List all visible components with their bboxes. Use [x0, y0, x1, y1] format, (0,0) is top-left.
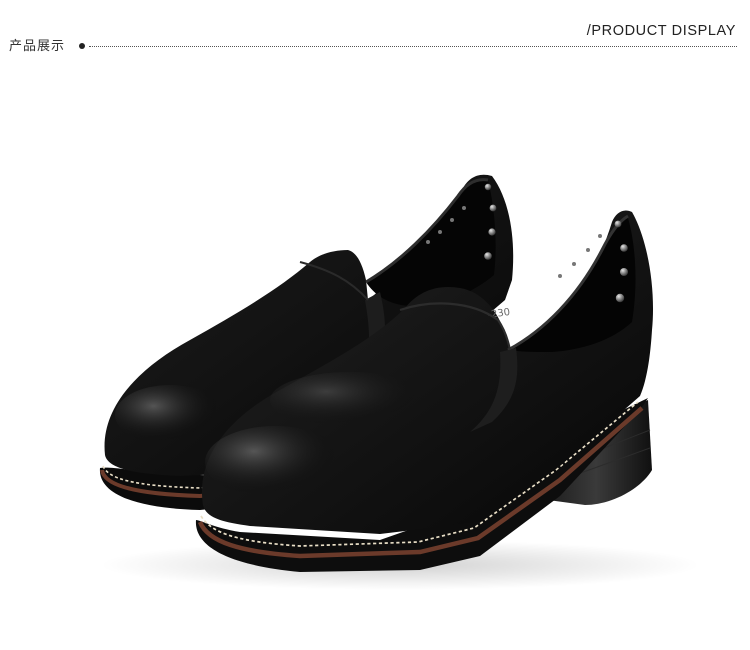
bullet-dot-icon	[79, 43, 85, 49]
lining-imprint: -230	[487, 307, 511, 321]
shoe-pair-illustration: -230	[99, 174, 700, 590]
dotted-divider	[89, 46, 737, 47]
product-photo: -230	[0, 60, 750, 650]
section-title-en: /PRODUCT DISPLAY	[586, 23, 736, 39]
section-header: 产品展示 /PRODUCT DISPLAY	[0, 0, 750, 60]
product-display-page: 产品展示 /PRODUCT DISPLAY -230	[0, 0, 750, 650]
section-title-cn: 产品展示	[9, 39, 66, 54]
